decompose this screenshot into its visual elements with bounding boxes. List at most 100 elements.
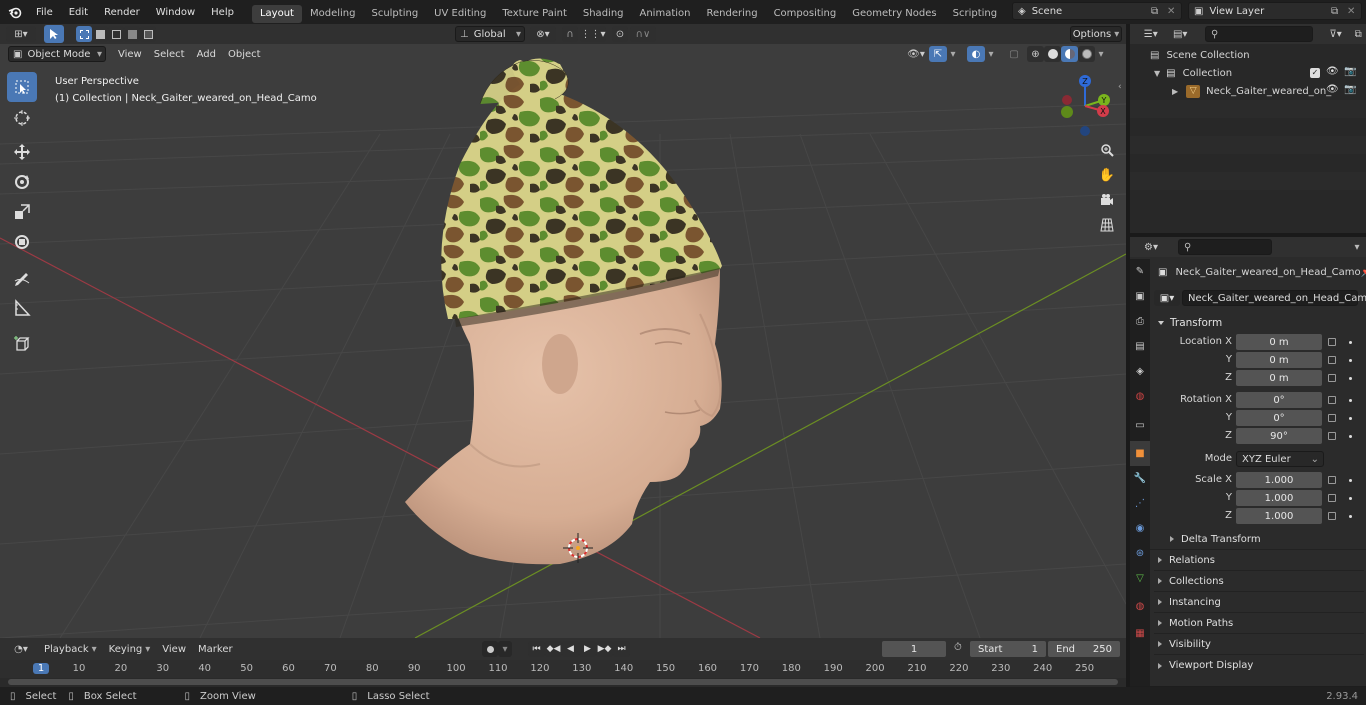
jump-end-icon[interactable]: ⏭ xyxy=(613,641,630,657)
menu-select[interactable]: Select xyxy=(148,46,191,62)
snap-target-button[interactable]: ⋮⋮▾ xyxy=(580,26,606,42)
delta-transform-header[interactable]: Delta Transform xyxy=(1154,529,1364,549)
physics-tab-icon[interactable]: ◉ xyxy=(1130,516,1150,541)
lock-icon[interactable] xyxy=(1328,476,1336,484)
next-keyframe-icon[interactable]: ▶◆ xyxy=(596,641,613,657)
tab-rendering[interactable]: Rendering xyxy=(698,5,765,23)
object-tab-icon[interactable]: ■ xyxy=(1130,441,1150,466)
lock-icon[interactable] xyxy=(1328,396,1336,404)
close-scene-icon[interactable]: ✕ xyxy=(1167,6,1181,17)
rendered-shading-icon[interactable] xyxy=(1078,46,1095,62)
annotate-tool[interactable] xyxy=(7,263,37,293)
texture-tab-icon[interactable]: ▦ xyxy=(1130,621,1150,646)
menu-marker[interactable]: Marker xyxy=(192,641,239,657)
motion-paths-panel-header[interactable]: Motion Paths xyxy=(1154,613,1364,634)
location-x-field[interactable]: 0 m xyxy=(1236,334,1322,350)
solid-shading-icon[interactable] xyxy=(1044,46,1061,62)
tab-modeling[interactable]: Modeling xyxy=(302,5,364,23)
timeline-ruler[interactable]: 1 10 20 30 40 50 60 70 80 90 100 110 120 130 140 150 160… xyxy=(0,660,1126,678)
location-z-field[interactable]: 0 m xyxy=(1236,370,1322,386)
collection-visibility-icon[interactable]: 👁 xyxy=(1326,66,1339,77)
object-browse-icon[interactable]: ▣▾ xyxy=(1154,290,1180,306)
select-tool-button[interactable] xyxy=(44,25,64,43)
output-tab-icon[interactable]: ⎙ xyxy=(1130,309,1150,334)
scale-x-field[interactable]: 1.000 xyxy=(1236,472,1322,488)
particles-tab-icon[interactable]: ⋰ xyxy=(1130,491,1150,516)
keyframe-dot-icon[interactable] xyxy=(1349,515,1352,518)
collection-tab-icon[interactable]: ▭ xyxy=(1130,409,1150,441)
tab-uv-editing[interactable]: UV Editing xyxy=(426,5,494,23)
location-y-field[interactable]: 0 m xyxy=(1236,352,1322,368)
timeline-scrollbar[interactable] xyxy=(8,679,1118,685)
select-extend-icon[interactable] xyxy=(92,26,108,42)
instancing-panel-header[interactable]: Instancing xyxy=(1154,592,1364,613)
start-frame-field[interactable]: Start 1 xyxy=(970,641,1046,657)
timeline-editor-type-icon[interactable]: ◔▾ xyxy=(8,641,34,657)
proportional-edit-icon[interactable]: ⊙ xyxy=(612,26,628,42)
keyframe-dot-icon[interactable] xyxy=(1349,417,1352,420)
wireframe-shading-icon[interactable]: ⊕ xyxy=(1027,46,1044,62)
play-icon[interactable]: ▶ xyxy=(579,641,596,657)
scale-z-field[interactable]: 1.000 xyxy=(1236,508,1322,524)
rotation-x-field[interactable]: 0° xyxy=(1236,392,1322,408)
collection-render-icon[interactable]: 📷 xyxy=(1344,66,1356,77)
outliner-search-input[interactable]: ⚲ xyxy=(1204,26,1313,42)
keyframe-dot-icon[interactable] xyxy=(1349,479,1352,482)
rotate-tool[interactable] xyxy=(7,167,37,197)
lock-icon[interactable] xyxy=(1328,432,1336,440)
tool-tab-icon[interactable]: ✎ xyxy=(1130,259,1150,284)
copy-scene-icon[interactable]: ⧉ xyxy=(1151,6,1167,17)
keyframe-dot-icon[interactable] xyxy=(1349,497,1352,500)
keyframe-dot-icon[interactable] xyxy=(1349,399,1352,402)
menu-playback[interactable]: Playback ▾ xyxy=(38,641,103,657)
world-tab-icon[interactable]: ◍ xyxy=(1130,384,1150,409)
select-subtract-icon[interactable] xyxy=(108,26,124,42)
ortho-grid-icon[interactable] xyxy=(1097,215,1117,235)
keyframe-dot-icon[interactable] xyxy=(1349,359,1352,362)
render-tab-icon[interactable]: ▣ xyxy=(1130,284,1150,309)
object-name-input[interactable]: Neck_Gaiter_weared_on_Head_Camo xyxy=(1182,290,1366,306)
lock-icon[interactable] xyxy=(1328,356,1336,364)
object-mode-dropdown[interactable]: ▣ Object Mode ▾ xyxy=(8,46,106,62)
xray-toggle-icon[interactable]: ▢ xyxy=(1005,46,1023,62)
data-tab-icon[interactable]: ▽ xyxy=(1130,566,1150,591)
sidebar-toggle-icon[interactable]: ‹ xyxy=(1118,82,1122,92)
scene-tab-icon[interactable]: ◈ xyxy=(1130,359,1150,384)
tab-compositing[interactable]: Compositing xyxy=(766,5,845,23)
select-new-icon[interactable] xyxy=(76,26,92,42)
relations-panel-header[interactable]: Relations xyxy=(1154,550,1364,571)
lock-icon[interactable] xyxy=(1328,414,1336,422)
lock-icon[interactable] xyxy=(1328,338,1336,346)
constraints-tab-icon[interactable]: ⊛ xyxy=(1130,541,1150,566)
gizmo-dropdown-icon[interactable]: ▾ xyxy=(947,46,959,62)
keyframe-dot-icon[interactable] xyxy=(1349,341,1352,344)
menu-window[interactable]: Window xyxy=(148,0,203,24)
add-cube-tool[interactable] xyxy=(7,329,37,359)
camera-view-icon[interactable] xyxy=(1097,190,1117,210)
viewport-display-panel-header[interactable]: Viewport Display xyxy=(1154,655,1364,676)
scale-tool[interactable] xyxy=(7,197,37,227)
menu-edit[interactable]: Edit xyxy=(61,0,96,24)
lock-icon[interactable] xyxy=(1328,494,1336,502)
outliner-editor-type-icon[interactable]: ☰▾ xyxy=(1138,26,1163,42)
tab-scripting[interactable]: Scripting xyxy=(945,5,1005,23)
play-reverse-icon[interactable]: ◀ xyxy=(562,641,579,657)
falloff-icon[interactable]: ∩∨ xyxy=(630,26,656,42)
menu-view[interactable]: View xyxy=(112,46,148,62)
menu-keying[interactable]: Keying ▾ xyxy=(103,641,157,657)
tab-animation[interactable]: Animation xyxy=(632,5,699,23)
options-dropdown[interactable]: Options ▾ xyxy=(1070,26,1122,42)
expand-collection-icon[interactable]: ▼ xyxy=(1154,69,1160,78)
view-layer-selector[interactable]: ▣ View Layer ⧉ ✕ xyxy=(1188,2,1362,20)
snap-toggle-icon[interactable]: ∩ xyxy=(562,26,578,42)
scene-selector[interactable]: ◈ Scene ⧉ ✕ xyxy=(1012,2,1182,20)
stopwatch-icon[interactable]: ⏱ xyxy=(954,642,962,653)
visibility-panel-header[interactable]: Visibility xyxy=(1154,634,1364,655)
select-intersect-icon[interactable] xyxy=(140,26,156,42)
menu-add[interactable]: Add xyxy=(191,46,222,62)
blender-logo-icon[interactable] xyxy=(0,0,28,24)
tab-sculpting[interactable]: Sculpting xyxy=(363,5,426,23)
rotation-y-field[interactable]: 0° xyxy=(1236,410,1322,426)
transform-orientation-dropdown[interactable]: ⊥ Global ▾ xyxy=(455,26,525,42)
zoom-icon[interactable] xyxy=(1097,140,1117,160)
